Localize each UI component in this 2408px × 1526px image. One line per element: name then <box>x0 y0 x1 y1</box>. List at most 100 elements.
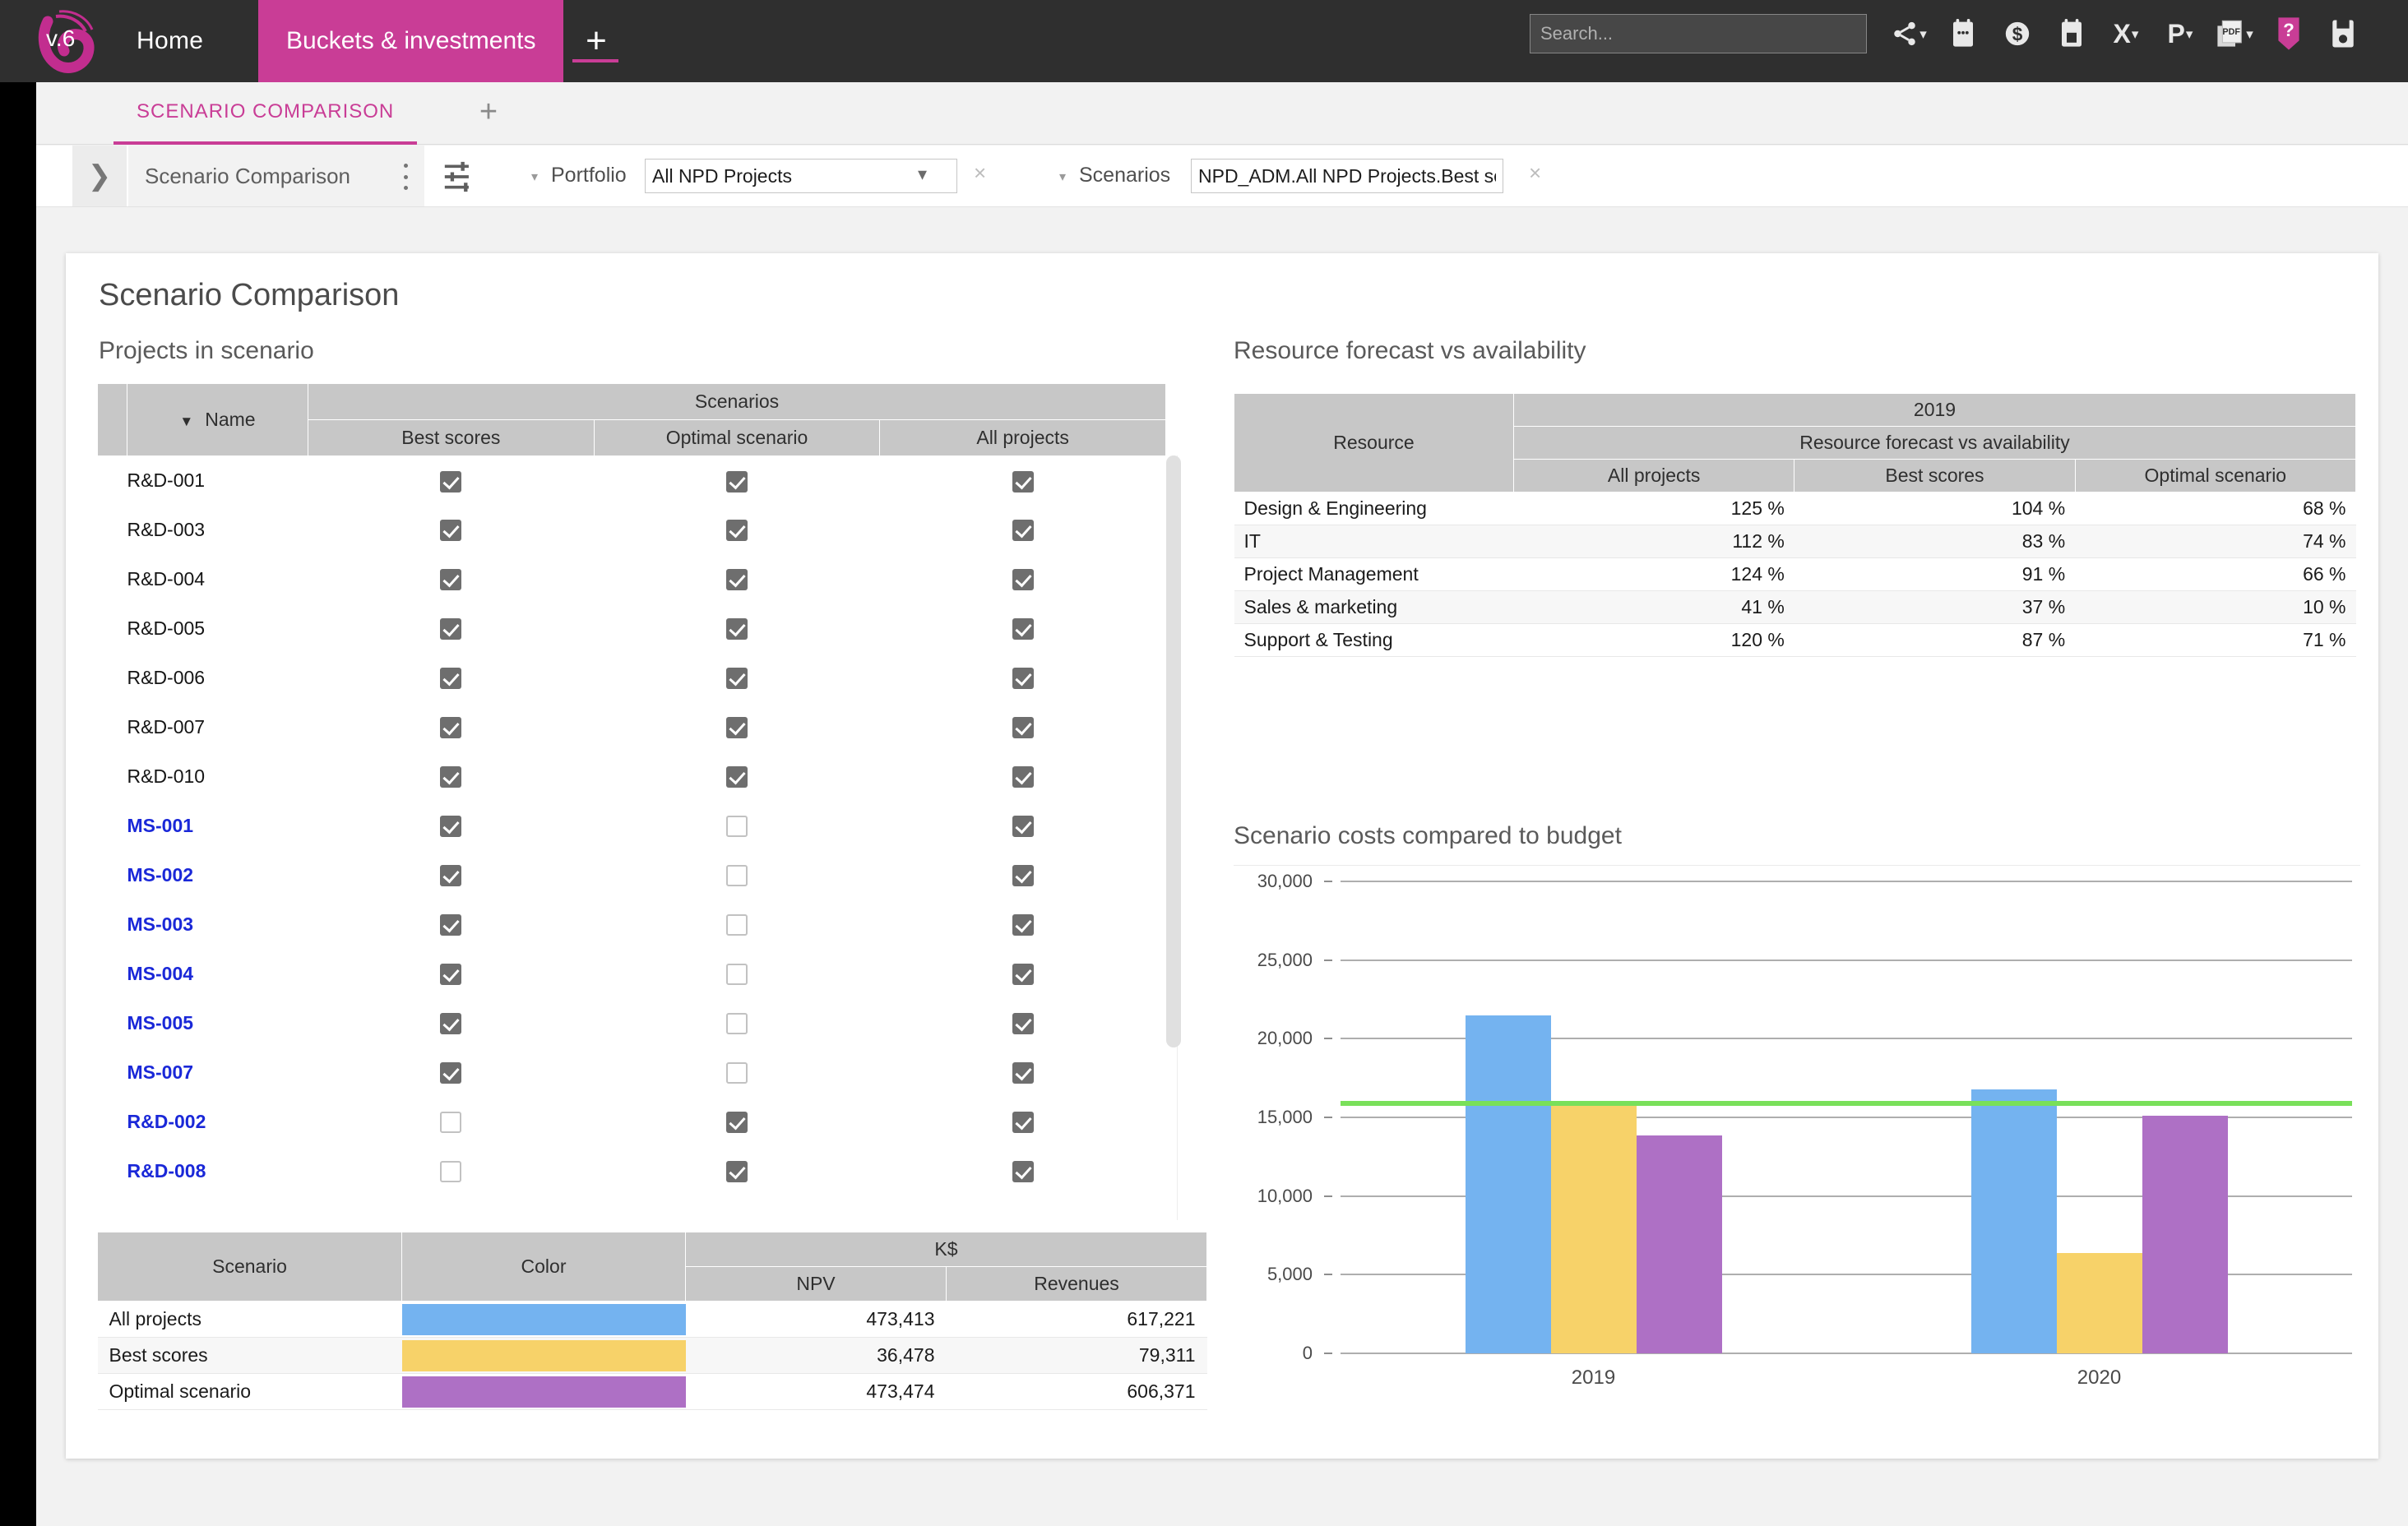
checkbox-checked-icon[interactable] <box>725 618 748 640</box>
table-row[interactable]: MS-002 <box>98 851 1166 900</box>
resource-scenario-header-1[interactable]: Best scores <box>1794 459 2076 492</box>
checkbox-checked-icon[interactable] <box>1012 717 1034 739</box>
row-select-cell[interactable] <box>98 1098 127 1147</box>
checkbox-checked-icon[interactable] <box>440 618 462 640</box>
scenario-checkbox-cell-2[interactable] <box>880 950 1166 999</box>
table-row[interactable]: All projects 473,413 617,221 <box>97 1301 1207 1338</box>
projects-table-scroll-region[interactable]: ▼ Name Scenarios Best scores Optimal scena… <box>97 383 1183 1222</box>
scenario-checkbox-cell-1[interactable] <box>594 1048 880 1098</box>
table-row[interactable]: R&D-007 <box>98 703 1166 752</box>
checkbox-unchecked-icon[interactable] <box>725 1062 748 1084</box>
checkbox-checked-icon[interactable] <box>440 766 462 788</box>
chart-bar[interactable] <box>1465 1015 1551 1353</box>
table-row[interactable]: R&D-003 <box>98 506 1166 555</box>
project-name-cell[interactable]: R&D-007 <box>127 703 308 752</box>
scenario-checkbox-cell-2[interactable] <box>880 654 1166 703</box>
projects-scrollbar-thumb[interactable] <box>1166 455 1181 1047</box>
checkbox-checked-icon[interactable] <box>440 816 462 838</box>
nav-item-home[interactable]: Home <box>104 0 236 82</box>
scenario-checkbox-cell-2[interactable] <box>880 555 1166 604</box>
scenario-checkbox-cell-2[interactable] <box>880 1098 1166 1147</box>
search-input[interactable] <box>1530 14 1867 53</box>
checkbox-checked-icon[interactable] <box>440 569 462 591</box>
checkbox-checked-icon[interactable] <box>1012 668 1034 690</box>
project-name-cell[interactable]: MS-007 <box>127 1048 308 1098</box>
project-name-cell[interactable]: MS-004 <box>127 950 308 999</box>
row-select-cell[interactable] <box>98 802 127 851</box>
scenario-checkbox-cell-1[interactable] <box>594 604 880 654</box>
help-icon[interactable]: ? <box>2263 10 2314 58</box>
scenario-checkbox-cell-2[interactable] <box>880 1147 1166 1196</box>
checkbox-checked-icon[interactable] <box>1012 816 1034 838</box>
scenario-checkbox-cell-2[interactable] <box>880 506 1166 555</box>
sort-caret-icon[interactable]: ▼ <box>179 414 193 429</box>
scenario-checkbox-cell-1[interactable] <box>594 506 880 555</box>
scenarios-clear-button[interactable]: × <box>1529 160 1541 186</box>
scenario-checkbox-cell-0[interactable] <box>308 1098 595 1147</box>
scenario-checkbox-cell-0[interactable] <box>308 851 595 900</box>
checkbox-checked-icon[interactable] <box>725 569 748 591</box>
project-name-cell[interactable]: MS-003 <box>127 900 308 950</box>
table-row[interactable]: MS-001 <box>98 802 1166 851</box>
expand-sidebar-button[interactable]: ❯ <box>72 146 127 206</box>
project-name-cell[interactable]: R&D-008 <box>127 1147 308 1196</box>
project-name-cell[interactable]: R&D-010 <box>127 752 308 802</box>
scenario-checkbox-cell-0[interactable] <box>308 752 595 802</box>
checkbox-checked-icon[interactable] <box>1012 1062 1034 1084</box>
scenario-checkbox-cell-1[interactable] <box>594 851 880 900</box>
excel-export-icon[interactable]: X ▾ <box>2100 10 2151 58</box>
checkbox-checked-icon[interactable] <box>1012 470 1034 492</box>
row-select-cell[interactable] <box>98 950 127 999</box>
project-name-cell[interactable]: R&D-003 <box>127 506 308 555</box>
scenario-checkbox-cell-1[interactable] <box>594 802 880 851</box>
table-row[interactable]: Optimal scenario 473,474 606,371 <box>97 1373 1207 1410</box>
row-select-cell[interactable] <box>98 999 127 1048</box>
scenario-checkbox-cell-1[interactable] <box>594 555 880 604</box>
share-icon[interactable]: ▾ <box>1883 10 1934 58</box>
sliders-icon[interactable] <box>441 160 479 193</box>
calendar-notes-icon[interactable] <box>1938 10 1989 58</box>
row-select-cell[interactable] <box>98 654 127 703</box>
scenario-column-header-2[interactable]: All projects <box>879 419 1166 456</box>
portfolio-filter-caret-icon[interactable]: ▾ <box>531 169 538 185</box>
scenario-checkbox-cell-0[interactable] <box>308 654 595 703</box>
checkbox-checked-icon[interactable] <box>1012 865 1034 887</box>
scenario-checkbox-cell-0[interactable] <box>308 802 595 851</box>
scenario-checkbox-cell-1[interactable] <box>594 752 880 802</box>
checkbox-unchecked-icon[interactable] <box>725 964 748 986</box>
tab-scenario-comparison[interactable]: SCENARIO COMPARISON <box>113 82 418 145</box>
scenario-checkbox-cell-1[interactable] <box>594 456 880 506</box>
row-select-cell[interactable] <box>98 604 127 654</box>
project-name-cell[interactable]: R&D-004 <box>127 555 308 604</box>
row-select-cell[interactable] <box>98 752 127 802</box>
checkbox-checked-icon[interactable] <box>1012 569 1034 591</box>
checkbox-checked-icon[interactable] <box>440 717 462 739</box>
scenario-checkbox-cell-2[interactable] <box>880 802 1166 851</box>
add-workspace-tab-button[interactable]: + <box>569 0 623 82</box>
project-name-cell[interactable]: MS-002 <box>127 851 308 900</box>
table-row[interactable]: MS-007 <box>98 1048 1166 1098</box>
row-select-cell[interactable] <box>98 900 127 950</box>
scenario-checkbox-cell-0[interactable] <box>308 900 595 950</box>
chart-bar[interactable] <box>1636 1135 1722 1353</box>
table-row[interactable]: MS-005 <box>98 999 1166 1048</box>
scenario-checkbox-cell-2[interactable] <box>880 1048 1166 1098</box>
checkbox-unchecked-icon[interactable] <box>440 1161 462 1183</box>
checkbox-checked-icon[interactable] <box>440 520 462 542</box>
scenario-checkbox-cell-0[interactable] <box>308 999 595 1048</box>
scenario-checkbox-cell-0[interactable] <box>308 1048 595 1098</box>
name-column-header[interactable]: ▼ Name <box>127 383 308 456</box>
table-row[interactable]: Project Management 124 % 91 % 66 % <box>1234 557 2356 591</box>
checkbox-unchecked-icon[interactable] <box>725 816 748 838</box>
chart-bar[interactable] <box>1550 1103 1637 1353</box>
scenario-checkbox-cell-2[interactable] <box>880 900 1166 950</box>
checkbox-checked-icon[interactable] <box>1012 964 1034 986</box>
checkbox-checked-icon[interactable] <box>725 1161 748 1183</box>
scenario-checkbox-cell-0[interactable] <box>308 506 595 555</box>
table-row[interactable]: Design & Engineering 125 % 104 % 68 % <box>1234 492 2356 525</box>
scenario-checkbox-cell-2[interactable] <box>880 851 1166 900</box>
table-row[interactable]: Best scores 36,478 79,311 <box>97 1337 1207 1374</box>
scenario-checkbox-cell-0[interactable] <box>308 1147 595 1196</box>
checkbox-checked-icon[interactable] <box>1012 1013 1034 1035</box>
checkbox-checked-icon[interactable] <box>440 914 462 936</box>
